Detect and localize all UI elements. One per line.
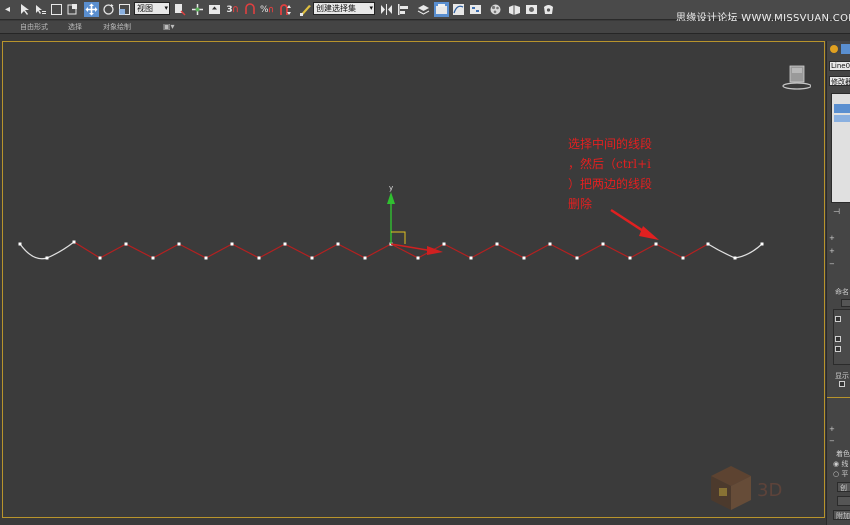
modifier-stack-list[interactable] [831, 93, 850, 203]
modifier-stack-selected-item[interactable] [834, 104, 850, 113]
checkbox-2[interactable] [835, 336, 841, 342]
percent-snap-icon[interactable]: % [260, 2, 275, 17]
display-checkbox[interactable] [839, 381, 845, 387]
annotation-line-1: 选择中间的线段 [568, 137, 653, 151]
checkbox-3[interactable] [835, 346, 841, 352]
annotation-line-4: 删除 [568, 197, 593, 211]
create-tab-icon[interactable] [830, 45, 838, 53]
rollout-toggle-4[interactable]: + [829, 425, 835, 433]
object-name-field[interactable]: Line001 [829, 61, 850, 71]
selection-group-box [833, 309, 850, 365]
snap-toggle-icon[interactable]: 3 [226, 2, 241, 17]
modifier-list-dropdown[interactable]: 修改器 [829, 76, 850, 86]
viewcube-icon[interactable] [781, 64, 811, 92]
checkbox-1[interactable] [835, 316, 841, 322]
panel-divider [827, 397, 850, 398]
ribbon-options-icon[interactable]: ▣▾ [163, 22, 175, 31]
display-label: 显示 [835, 372, 849, 380]
mirror-icon[interactable] [379, 2, 394, 17]
tutorial-annotation: 选择中间的线段 ，然后（ctrl+i ）把两边的线段 删除 [568, 134, 708, 214]
rendered-frame-window-icon[interactable] [524, 2, 539, 17]
select-by-name-icon[interactable] [33, 2, 48, 17]
material-editor-icon[interactable] [488, 2, 503, 17]
graphite-modeling-tools-icon[interactable] [434, 2, 449, 17]
object-name-value: Line001 [831, 62, 850, 70]
3d-site-logo-icon: 3D [711, 466, 782, 510]
spline-scene[interactable]: y [3, 42, 825, 518]
attach-button[interactable]: 附加 [833, 510, 850, 520]
create-line-button[interactable]: 创 [837, 482, 850, 492]
scale-icon[interactable] [117, 2, 132, 17]
render-production-icon[interactable] [541, 2, 556, 17]
window-crossing-icon[interactable] [65, 2, 80, 17]
reference-coordinate-dropdown[interactable]: 视图 ▾ [134, 2, 170, 15]
move-gizmo: y [387, 184, 443, 255]
svg-text:3D: 3D [757, 480, 782, 501]
layer-manager-icon[interactable] [416, 2, 431, 17]
undo-icon[interactable]: ◂ [0, 2, 15, 17]
ribbon-freeform[interactable]: 自由形式 [20, 22, 48, 32]
main-toolbar: ◂ 视图 ▾ 3 % 创建选择集 ▾ 思缘设计论坛 WWW.MISSVUAN.C… [0, 0, 850, 24]
schematic-view-icon[interactable] [468, 2, 483, 17]
unselected-segment-left [19, 241, 75, 260]
pin-stack-icon[interactable]: ⊣ [833, 207, 840, 216]
annotation-arrow [610, 208, 659, 240]
angle-snap-icon[interactable] [243, 2, 258, 17]
rollout-toggle-3[interactable]: − [829, 260, 835, 268]
ribbon-selection[interactable]: 选择 [68, 22, 82, 32]
annotation-line-2: ，然后（ctrl+i [568, 157, 652, 171]
edit-named-selection-icon[interactable] [298, 2, 313, 17]
rectangular-selection-icon[interactable] [49, 2, 64, 17]
spinner-snap-icon[interactable] [278, 2, 293, 17]
named-selection-set-dropdown[interactable]: 创建选择集 ▾ [313, 2, 375, 15]
radio-flat[interactable]: ○ 平 [833, 469, 848, 479]
ribbon-strip: 自由形式 选择 对象绘制 ▣▾ [0, 21, 850, 34]
rollout-button[interactable] [841, 299, 850, 307]
break-button[interactable] [837, 496, 850, 506]
rollout-toggle-1[interactable]: + [829, 234, 835, 242]
rollout-toggle-2[interactable]: + [829, 247, 835, 255]
perspective-viewport[interactable]: y 选择中间的线段 ，然后（ctrl+i ）把两边的线段 删除 3D [2, 41, 825, 518]
rotate-icon[interactable] [101, 2, 116, 17]
select-object-icon[interactable] [17, 2, 32, 17]
align-icon[interactable] [396, 2, 411, 17]
unselected-segment-right [707, 243, 763, 259]
command-panel: Line001 修改器 ⊣ + + − 命名 显示 + − 着色 ◉ 线 ○ 平… [826, 41, 850, 525]
ribbon-object-paint[interactable]: 对象绘制 [103, 22, 131, 32]
modify-tab-icon[interactable] [841, 44, 850, 54]
gizmo-y-label: y [389, 184, 393, 192]
radio-line[interactable]: ◉ 线 [833, 459, 848, 469]
render-setup-icon[interactable] [507, 2, 522, 17]
rollout-toggle-5[interactable]: − [829, 437, 835, 445]
modifier-list-label: 修改器 [831, 78, 850, 86]
curve-editor-icon[interactable] [451, 2, 466, 17]
pivot-center-icon[interactable] [172, 2, 187, 17]
annotation-line-3: ）把两边的线段 [568, 177, 653, 191]
keyboard-shortcut-icon[interactable] [207, 2, 222, 17]
named-selections-label: 命名 [835, 288, 849, 296]
modifier-stack-subitem[interactable] [834, 115, 850, 122]
shading-label: 着色 [836, 450, 850, 458]
select-manipulate-icon[interactable] [190, 2, 205, 17]
move-icon[interactable] [84, 2, 99, 17]
